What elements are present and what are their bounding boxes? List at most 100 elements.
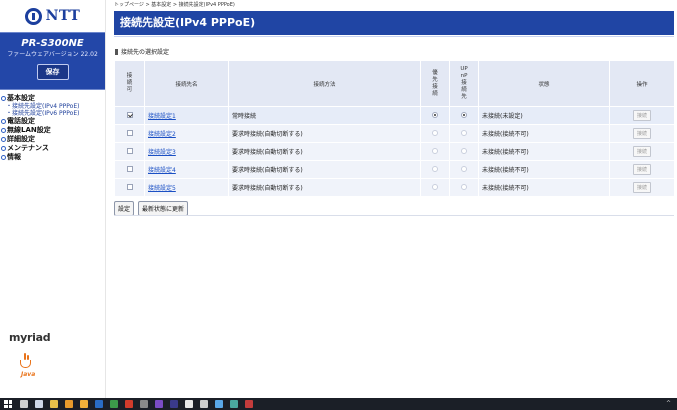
app-icon-gray[interactable] [140,400,148,408]
priority-radio[interactable] [432,183,438,190]
nav-bullet-icon [1,128,6,133]
enabled-cell [114,178,145,197]
connection-name-link[interactable]: 接続設定3 [148,149,176,156]
connection-name-link[interactable]: 接続設定5 [148,185,176,192]
method-cell: 要求時接続(自動切断する) [228,178,421,197]
app-icon-red[interactable] [125,400,133,408]
upnp-radio[interactable] [461,111,467,118]
save-button[interactable]: 保存 [36,64,69,80]
header-status: 状態 [478,60,610,107]
model-name: PR-S300NE [21,38,84,49]
connect-button[interactable]: 接続 [632,146,651,157]
nav-item-phone-settings[interactable]: 電話設定 [1,117,105,126]
app-icon-purple[interactable] [155,400,163,408]
table-header-row: 接続可 接続先名 接続方法 優先接続 UPnP接続先 状態 操作 [114,60,675,107]
nav-bullet-icon [1,137,6,142]
enabled-checkbox[interactable] [126,111,133,118]
nav-item-maintenance[interactable]: メンテナンス [1,144,105,153]
enabled-checkbox[interactable] [126,183,133,190]
name-cell: 接続設定1 [144,106,229,125]
title-divider [114,36,674,37]
header-operation: 操作 [609,60,675,107]
settings-icon[interactable] [200,400,208,408]
upnp-radio[interactable] [461,165,467,172]
app-icon-green[interactable] [110,400,118,408]
enabled-cell [114,106,145,125]
nav-item-advanced-settings[interactable]: 詳細設定 [1,135,105,144]
connect-button[interactable]: 接続 [632,164,651,175]
model-info-box: PR-S300NE ファームウェアバージョン 22.02 保存 [0,32,105,90]
app-window: NTT PR-S300NE ファームウェアバージョン 22.02 保存 基本設定… [0,0,677,410]
connection-name-link[interactable]: 接続設定2 [148,131,176,138]
enabled-checkbox[interactable] [126,147,133,154]
header-enabled: 接続可 [114,60,145,107]
status-cell: 未接続(未設定) [478,106,610,125]
connect-button[interactable]: 接続 [632,110,651,121]
upnp-cell [449,178,479,197]
priority-radio[interactable] [432,147,438,154]
ntt-logo-icon [24,7,42,25]
app-icon-yellow[interactable] [65,400,73,408]
method-cell: 要求時接続(自動切断する) [228,160,421,179]
priority-cell [420,178,450,197]
priority-radio[interactable] [432,165,438,172]
myriad-logo: myriad [9,331,51,344]
tray-chevron-icon[interactable]: ^ [666,400,671,407]
breadcrumb: トップページ > 基本設定 > 接続先設定(IPv4 PPPoE) [114,2,235,8]
file-explorer-icon[interactable] [50,400,58,408]
operation-cell: 接続 [609,178,675,197]
header-upnp: UPnP接続先 [449,60,479,107]
app-icon-teal[interactable] [230,400,238,408]
header-method: 接続方法 [228,60,421,107]
upnp-radio[interactable] [461,183,467,190]
nav-item-info[interactable]: 情報 [1,153,105,162]
name-cell: 接続設定3 [144,142,229,161]
refresh-button[interactable]: 最新状態に更新 [138,201,189,216]
enabled-checkbox[interactable] [126,129,133,136]
upnp-radio[interactable] [461,129,467,136]
connection-name-link[interactable]: 接続設定4 [148,167,176,174]
connect-button[interactable]: 接続 [632,128,651,139]
nav-bullet-icon [1,96,6,101]
browser-icon[interactable] [185,400,193,408]
nav-subitem-ipv6-pppoe[interactable]: ・接続先設定(IPv6 PPPoE) [1,110,105,117]
enabled-cell [114,124,145,143]
app-icon-dark[interactable] [170,400,178,408]
status-cell: 未接続(接続不可) [478,178,610,197]
app-icon-red2[interactable] [245,400,253,408]
nav-subitem-ipv4-pppoe[interactable]: ・接続先設定(IPv4 PPPoE) [1,103,105,110]
name-cell: 接続設定5 [144,178,229,197]
nav-item-wireless-lan[interactable]: 無線LAN設定 [1,126,105,135]
app-icon-lightblue[interactable] [215,400,223,408]
operation-cell: 接続 [609,142,675,161]
task-view-icon[interactable] [35,400,43,408]
priority-radio[interactable] [432,129,438,136]
operation-cell: 接続 [609,106,675,125]
nav-item-basic-settings[interactable]: 基本設定 [1,94,105,103]
priority-cell [420,124,450,143]
page-title: 接続先設定(IPv4 PPPoE) [114,11,674,35]
nav-bullet-icon [1,146,6,151]
upnp-cell [449,160,479,179]
operation-cell: 接続 [609,124,675,143]
search-icon[interactable] [20,400,28,408]
upnp-cell [449,142,479,161]
priority-cell [420,160,450,179]
enabled-cell [114,142,145,161]
action-bar: 設定 最新状態に更新 [114,201,192,216]
nav-bullet-icon [1,119,6,124]
status-cell: 未接続(接続不可) [478,160,610,179]
taskbar: ^ [0,398,677,410]
connection-name-link[interactable]: 接続設定1 [148,113,176,120]
enabled-checkbox[interactable] [126,165,133,172]
priority-radio[interactable] [432,111,438,118]
app-icon-orange[interactable] [80,400,88,408]
app-icon-blue[interactable] [95,400,103,408]
upnp-radio[interactable] [461,147,467,154]
set-button[interactable]: 設定 [114,201,135,216]
connect-button[interactable]: 接続 [632,182,651,193]
name-cell: 接続設定2 [144,124,229,143]
windows-start-icon[interactable] [4,400,12,408]
ntt-logo: NTT [0,0,105,32]
table-row: 接続設定2 要求時接続(自動切断する) 未接続(接続不可) 接続 [114,124,675,143]
